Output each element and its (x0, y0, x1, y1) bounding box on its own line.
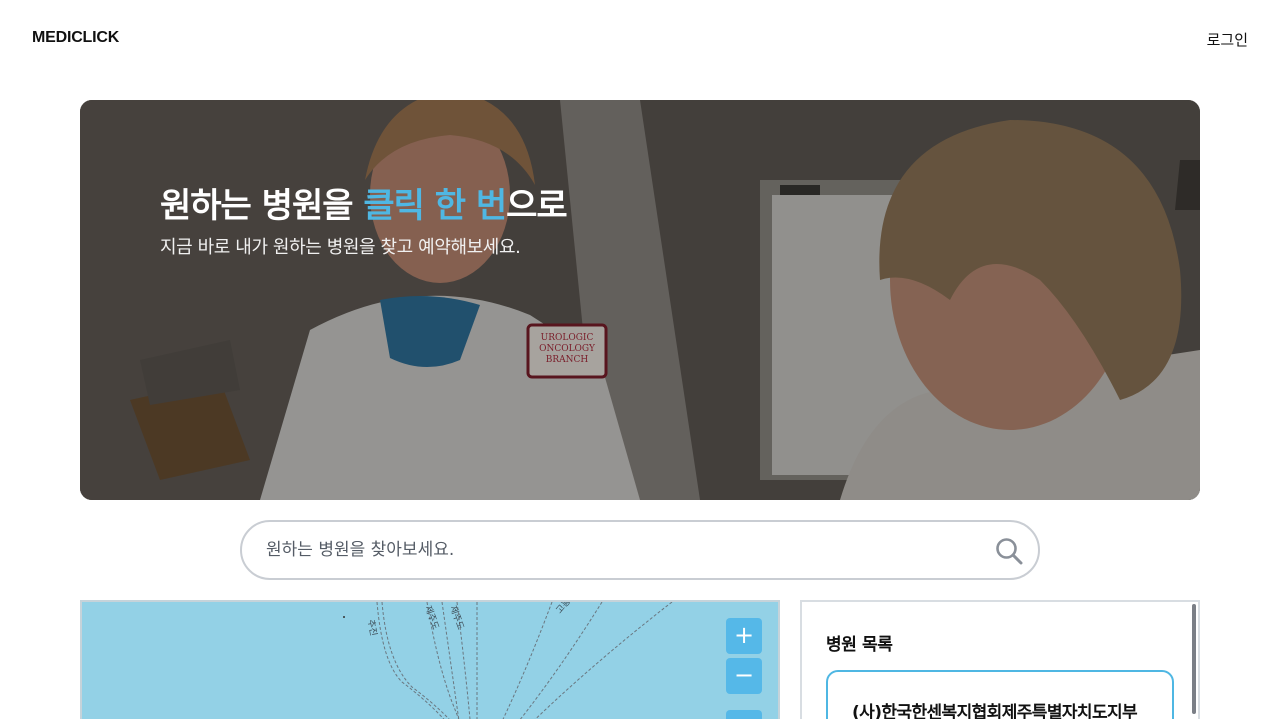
zoom-out-button[interactable]: − (726, 658, 762, 694)
badge-line-1: UROLOGIC (541, 333, 594, 343)
hospital-list-item[interactable]: (사)한국한센복지협회제주특별자치도지부 (826, 670, 1174, 719)
hospital-list-title: 병원 목록 (826, 635, 893, 655)
hospital-name: (사)한국한센복지협회제주특별자치도지부 (852, 703, 1138, 719)
zoom-in-button[interactable]: + (726, 618, 762, 654)
search-icon[interactable] (994, 536, 1024, 566)
search-bar[interactable] (240, 520, 1040, 580)
site-logo[interactable]: MEDICLICK (32, 29, 119, 47)
hospital-list-scrollbar[interactable] (1192, 604, 1196, 714)
map-route-label-3: 제주도 (447, 604, 466, 631)
hero-title: 원하는 병원을 클릭 한 번으로 (160, 178, 568, 227)
map-route-label-2: 제주도 (422, 604, 441, 631)
hospital-list-panel: 병원 목록 (사)한국한센복지협회제주특별자치도지부 (800, 600, 1200, 719)
site-header: MEDICLICK 로그인 (0, 0, 1278, 78)
hero-subtitle: 지금 바로 내가 원하는 병원을 찾고 예약해보세요. (160, 237, 521, 258)
search-input[interactable] (266, 537, 966, 563)
badge-line-2: ONCOLOGY (539, 344, 596, 354)
map-route-label-4: 고흥 (553, 602, 573, 616)
map-routes: 추진 제주도 제주도 고흥 (343, 602, 673, 719)
login-link[interactable]: 로그인 (1207, 29, 1248, 50)
map-locate-button[interactable] (726, 710, 762, 719)
badge-line-3: BRANCH (546, 355, 589, 365)
hero-title-part2: 으로 (506, 186, 568, 226)
map-route-label-1: 추진 (365, 619, 379, 637)
hero-banner: UROLOGIC ONCOLOGY BRANCH 원하는 병원을 클릭 한 번으… (80, 100, 1200, 500)
hero-title-accent: 클릭 한 번 (363, 186, 507, 226)
badge-text-layer: UROLOGIC ONCOLOGY BRANCH (539, 333, 596, 365)
hospital-map[interactable]: 추진 제주도 제주도 고흥 + − (80, 600, 780, 719)
hero-title-part1: 원하는 병원을 (160, 186, 364, 226)
